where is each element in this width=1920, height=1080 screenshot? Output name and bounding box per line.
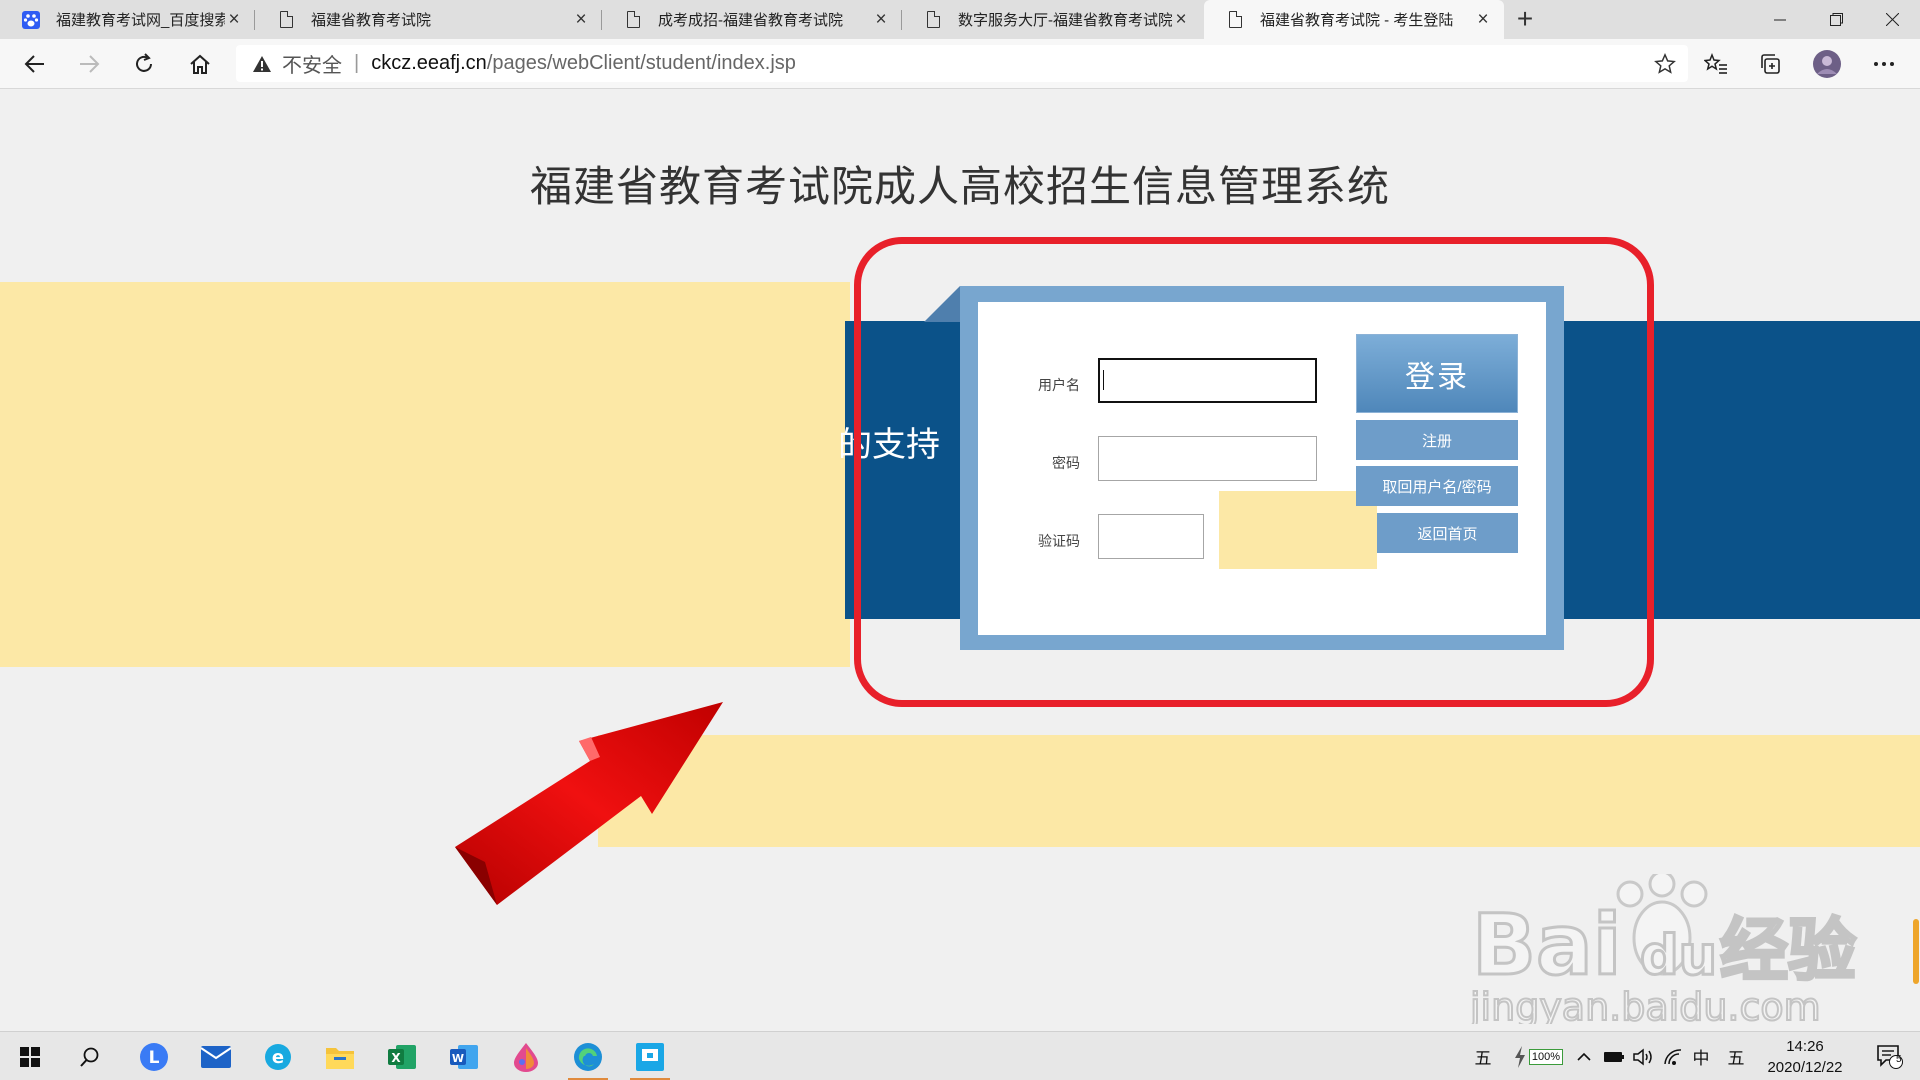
ie-icon[interactable]: e — [252, 1032, 304, 1080]
security-status[interactable]: 不安全 — [282, 49, 342, 78]
windows-start-icon[interactable] — [4, 1032, 56, 1080]
favorites-icon[interactable] — [1697, 45, 1735, 83]
address-bar[interactable]: 不安全 | ckcz.eeafj.cn /pages/webClient/stu… — [236, 45, 1688, 82]
chevron-up-icon[interactable] — [1572, 1032, 1596, 1080]
page-icon — [924, 11, 942, 29]
forward-button[interactable] — [70, 45, 108, 83]
tab-close-icon[interactable]: × — [572, 10, 590, 29]
red-arrow-annotation — [455, 702, 723, 905]
search-icon[interactable] — [64, 1032, 116, 1080]
collections-icon[interactable] — [1752, 45, 1790, 83]
excel-icon[interactable]: X — [376, 1032, 428, 1080]
page-icon — [624, 11, 642, 29]
wifi-icon[interactable] — [1660, 1032, 1686, 1080]
svg-text:X: X — [391, 1051, 401, 1065]
watermark-brand: Bai — [1472, 896, 1622, 994]
baidu-jingyan-watermark: Bai du 经验 jingyan.baidu.com — [1470, 874, 1858, 1024]
red-highlight-frame — [854, 237, 1654, 707]
close-window-button[interactable] — [1864, 0, 1920, 39]
tab-title: 福建教育考试网_百度搜索 — [56, 12, 225, 29]
watermark-url: jingyan.baidu.com — [1470, 985, 1821, 1024]
edge-icon[interactable] — [562, 1032, 614, 1080]
watermark-brand-tail: 经验 — [1720, 912, 1856, 991]
url-host: ckcz.eeafj.cn — [371, 52, 487, 74]
power-icon[interactable] — [1600, 1032, 1628, 1080]
tab-close-icon[interactable]: × — [225, 10, 243, 29]
tab-close-icon[interactable]: × — [872, 10, 890, 29]
tab-title: 数字服务大厅-福建省教育考试院 — [958, 12, 1172, 29]
tab-student-login[interactable]: 福建省教育考试院 - 考生登陆 × — [1204, 0, 1504, 39]
url-path: /pages/webClient/student/index.jsp — [486, 52, 796, 74]
web-page: 福建省教育考试院成人高校招生信息管理系统 的支持 用户名 密码 验证码 登录 注… — [0, 89, 1920, 1031]
svg-text:L: L — [149, 1048, 160, 1068]
svg-text:W: W — [452, 1052, 464, 1065]
tab-close-icon[interactable]: × — [1474, 10, 1492, 29]
tab-title: 成考成招-福建省教育考试院 — [658, 12, 843, 29]
clock-date: 2020/12/22 — [1767, 1059, 1843, 1076]
restore-button[interactable] — [1808, 0, 1864, 39]
warning-icon[interactable] — [252, 55, 272, 73]
battery-percent: 100% — [1528, 1048, 1564, 1065]
tab-exam-authority[interactable]: 福建省教育考试院 × — [255, 0, 602, 39]
browser-tab-strip: 福建教育考试网_百度搜索 × 福建省教育考试院 × 成考成招-福建省教育考试院 … — [0, 0, 1920, 39]
refresh-button[interactable] — [125, 45, 163, 83]
tab-adult-exam[interactable]: 成考成招-福建省教育考试院 × — [602, 0, 902, 39]
svg-text:du: du — [1640, 924, 1717, 987]
minimize-button[interactable] — [1752, 0, 1808, 39]
page-title: 福建省教育考试院成人高校招生信息管理系统 — [529, 163, 1390, 210]
paint-icon[interactable] — [500, 1032, 552, 1080]
volume-icon[interactable] — [1630, 1032, 1656, 1080]
tab-title: 福建省教育考试院 — [311, 12, 432, 29]
home-button[interactable] — [181, 45, 219, 83]
notification-count: 5 — [1896, 1054, 1902, 1065]
word-icon[interactable]: W — [438, 1032, 490, 1080]
tab-digital-service[interactable]: 数字服务大厅-福建省教育考试院 × — [902, 0, 1202, 39]
tab-close-icon[interactable]: × — [1172, 10, 1190, 29]
ime-mode[interactable]: 五 — [1724, 1032, 1748, 1080]
page-icon — [1226, 11, 1244, 29]
back-button[interactable] — [16, 45, 54, 83]
tab-title: 福建省教育考试院 - 考生登陆 — [1260, 12, 1454, 29]
profile-avatar[interactable] — [1808, 45, 1846, 83]
favorite-star-icon[interactable] — [1652, 51, 1678, 77]
mail-icon[interactable] — [190, 1032, 242, 1080]
baidu-paw-icon — [22, 10, 40, 29]
app-icon[interactable] — [624, 1032, 676, 1080]
lark-icon[interactable]: L — [128, 1032, 180, 1080]
file-explorer-icon[interactable] — [314, 1032, 366, 1080]
battery-indicator[interactable]: 100% — [1504, 1032, 1572, 1080]
paw-icon: du — [1616, 874, 1719, 989]
svg-text:e: e — [272, 1047, 284, 1068]
scrollbar-thumb[interactable] — [1913, 919, 1919, 984]
redaction-block — [598, 735, 1920, 847]
redaction-block — [0, 282, 850, 667]
input-language[interactable]: 中 — [1688, 1032, 1714, 1080]
windows-taskbar: L e X W 五 100% 中 五 14:26 2020/12/22 5 — [0, 1031, 1920, 1080]
ime-indicator[interactable]: 五 — [1470, 1032, 1496, 1080]
tab-baidu-search[interactable]: 福建教育考试网_百度搜索 × — [0, 0, 255, 39]
more-menu-icon[interactable] — [1865, 45, 1903, 83]
browser-toolbar: 不安全 | ckcz.eeafj.cn /pages/webClient/stu… — [0, 39, 1920, 89]
system-clock[interactable]: 14:26 2020/12/22 — [1750, 1036, 1860, 1078]
notification-center-icon[interactable]: 5 — [1870, 1032, 1910, 1080]
new-tab-button[interactable]: + — [1510, 5, 1540, 35]
clock-time: 14:26 — [1786, 1038, 1824, 1055]
page-icon — [277, 11, 295, 29]
